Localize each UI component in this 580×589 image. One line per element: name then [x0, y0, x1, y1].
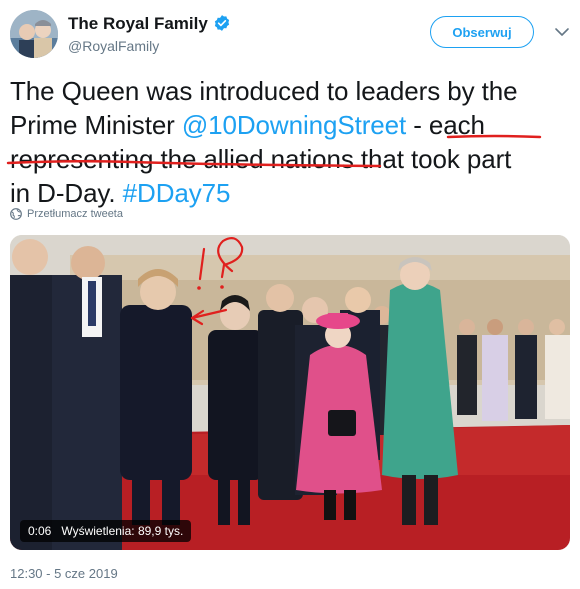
video-info-badge: 0:06 Wyświetlenia: 89,9 tys. [20, 520, 192, 542]
tweet-line-3: representing the allied nations that too… [10, 142, 575, 176]
tweet-text-segment: in D-Day. [10, 178, 123, 208]
tweet-text-segment: The Queen was introduced to leaders by t… [10, 76, 518, 106]
tweet-line-2: Prime Minister @10DowningStreet - each [10, 108, 575, 142]
tweet-header: The Royal Family @RoyalFamily Obserwuj [0, 0, 580, 64]
tweet-text-segment: that took part [353, 144, 512, 174]
chevron-down-icon[interactable] [552, 22, 572, 42]
tweet-line-4: in D-Day. #DDay75 [10, 176, 575, 210]
verified-badge-icon [214, 15, 230, 31]
tweet-line-1: The Queen was introduced to leaders by t… [10, 74, 575, 108]
video-frame [10, 235, 570, 550]
handle[interactable]: @RoyalFamily [68, 38, 159, 54]
avatar[interactable] [10, 10, 58, 58]
tweet-timestamp[interactable]: 12:30 - 5 cze 2019 [10, 566, 118, 581]
tweet-text: The Queen was introduced to leaders by t… [10, 74, 575, 210]
globe-icon [10, 208, 22, 220]
video-duration: 0:06 [28, 524, 52, 538]
underlined-text: representing the allied nations [10, 144, 354, 174]
tweet-text-segment: Prime Minister [10, 110, 182, 140]
left-people [10, 239, 122, 550]
video-player[interactable] [10, 235, 570, 550]
underlined-text: each [428, 110, 485, 140]
mention-link[interactable]: @10DowningStreet [182, 110, 406, 140]
follow-button[interactable]: Obserwuj [430, 16, 534, 48]
translate-tweet[interactable]: Przetłumacz tweeta [10, 208, 123, 220]
video-views: Wyświetlenia: 89,9 tys. [61, 524, 184, 538]
hashtag-link[interactable]: #DDay75 [123, 178, 231, 208]
translate-label: Przetłumacz tweeta [27, 208, 123, 220]
tweet-text-segment: - [406, 110, 429, 140]
avatar-image [10, 10, 58, 58]
display-name[interactable]: The Royal Family [68, 14, 208, 34]
